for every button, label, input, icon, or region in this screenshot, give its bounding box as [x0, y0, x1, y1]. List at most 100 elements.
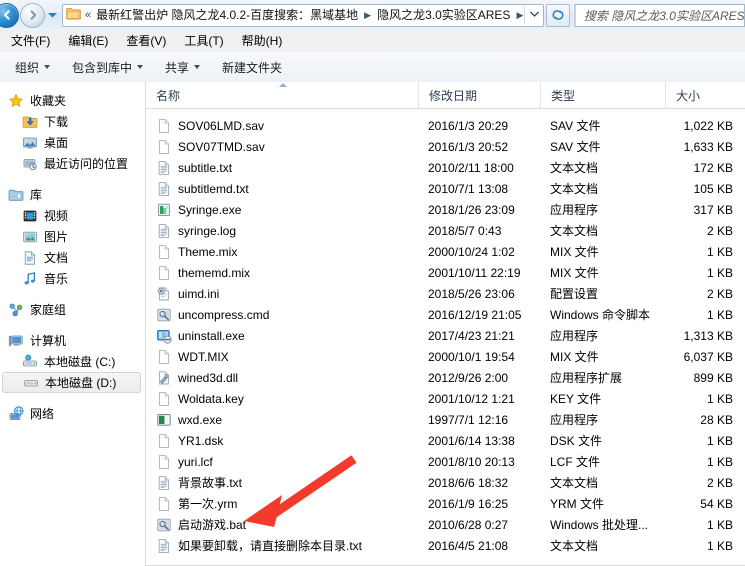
file-size-cell: 1,633 KB	[683, 139, 733, 154]
file-type-cell: KEY 文件	[550, 392, 602, 406]
share-with-button[interactable]: 共享	[154, 54, 211, 81]
table-row[interactable]: Theme.mix 2000/10/24 1:02 MIX 文件 1 KB	[146, 241, 745, 262]
table-row[interactable]: 第一次.yrm 2016/1/9 16:25 YRM 文件 54 KB	[146, 493, 745, 514]
menu-item-view[interactable]: 查看(V)	[117, 31, 175, 51]
file-date-cell: 2018/5/26 23:06	[428, 286, 515, 301]
forward-button[interactable]	[20, 2, 45, 28]
search-input[interactable]: 搜索 隐风之龙3.0实验区ARES	[573, 3, 745, 27]
file-name-cell[interactable]: 背景故事.txt	[146, 474, 418, 491]
file-name-cell[interactable]: uimd.ini	[146, 286, 418, 302]
table-row[interactable]: uimd.ini 2018/5/26 23:06 配置设置 2 KB	[146, 283, 745, 304]
sidebar-item-favorites[interactable]: 收藏夹	[0, 90, 145, 111]
breadcrumb[interactable]: « 最新红警出炉 隐风之龙4.0.2-百度搜索：黑域基地 ▶ 隐风之龙3.0实验…	[62, 3, 544, 27]
file-name-cell[interactable]: SOV06LMD.sav	[146, 118, 418, 134]
menu-item-file[interactable]: 文件(F)	[2, 31, 59, 51]
file-type-cell: 文本文档	[550, 182, 599, 196]
menu-item-tools[interactable]: 工具(T)	[175, 31, 232, 51]
table-row[interactable]: syringe.log 2018/5/7 0:43 文本文档 2 KB	[146, 220, 745, 241]
column-header-name[interactable]: 名称	[146, 82, 418, 108]
sidebar-item-videos[interactable]: 视频	[0, 205, 145, 226]
file-name-cell[interactable]: yuri.lcf	[146, 454, 418, 470]
file-type-cell: MIX 文件	[550, 266, 599, 280]
include-in-library-button[interactable]: 包含到库中	[61, 54, 154, 81]
file-name-cell[interactable]: subtitle.txt	[146, 160, 418, 176]
table-row[interactable]: subtitlemd.txt 2010/7/1 13:08 文本文档 105 KB	[146, 178, 745, 199]
file-type-cell: 应用程序	[550, 329, 599, 343]
breadcrumb-overflow[interactable]: «	[84, 9, 94, 21]
file-name-cell[interactable]: SOV07TMD.sav	[146, 139, 418, 155]
file-name-cell[interactable]: YR1.dsk	[146, 433, 418, 449]
sidebar-item-desktop[interactable]: 桌面	[0, 132, 145, 153]
navigation-pane[interactable]: 收藏夹 下载 桌面 最近访问的位置 库 视频 图片 文档 音乐 家庭组 计算机 …	[0, 82, 146, 566]
file-size-cell: 1,022 KB	[683, 118, 733, 133]
file-name-cell[interactable]: wxd.exe	[146, 412, 418, 428]
column-header-size[interactable]: 大小	[665, 82, 745, 108]
table-row[interactable]: uninstall.exe 2017/4/23 21:21 应用程序 1,313 KB	[146, 325, 745, 346]
file-date-cell: 2016/1/3 20:29	[428, 118, 509, 133]
file-name-cell[interactable]: 启动游戏.bat	[146, 516, 418, 533]
table-row[interactable]: uncompress.cmd 2016/12/19 21:05 Windows 命令…	[146, 304, 745, 325]
sidebar-item-local-disk-d[interactable]: 本地磁盘 (D:)	[2, 372, 141, 393]
file-name-cell[interactable]: Syringe.exe	[146, 202, 418, 218]
file-date-cell: 2016/4/5 21:08	[428, 538, 509, 553]
sidebar-item-local-disk-c[interactable]: 本地磁盘 (C:)	[0, 351, 145, 372]
table-row[interactable]: YR1.dsk 2001/6/14 13:38 DSK 文件 1 KB	[146, 430, 745, 451]
file-name-cell[interactable]: 第一次.yrm	[146, 495, 418, 512]
sidebar-label: 音乐	[44, 272, 69, 286]
table-row[interactable]: 背景故事.txt 2018/6/6 18:32 文本文档 2 KB	[146, 472, 745, 493]
sidebar-item-computer[interactable]: 计算机	[0, 330, 145, 351]
sidebar-item-network[interactable]: 网络	[0, 403, 145, 424]
file-name-cell[interactable]: thememd.mix	[146, 265, 418, 281]
nav-group-homegroup: 家庭组	[0, 299, 145, 320]
search-placeholder: 搜索 隐风之龙3.0实验区ARES	[583, 8, 745, 23]
menu-item-help[interactable]: 帮助(H)	[233, 31, 292, 51]
file-name-cell[interactable]: Theme.mix	[146, 244, 418, 260]
table-row[interactable]: 如果要卸载，请直接删除本目录.txt 2016/4/5 21:08 文本文档 1 KB	[146, 535, 745, 556]
table-row[interactable]: WDT.MIX 2000/10/1 19:54 MIX 文件 6,037 KB	[146, 346, 745, 367]
homegroup-icon	[8, 302, 24, 318]
sidebar-item-recent-places[interactable]: 最近访问的位置	[0, 153, 145, 174]
column-header-date-modified[interactable]: 修改日期	[418, 82, 540, 108]
new-folder-button[interactable]: 新建文件夹	[211, 54, 293, 81]
file-name-cell[interactable]: wined3d.dll	[146, 370, 418, 386]
file-date-cell: 1997/7/1 12:16	[428, 412, 509, 427]
sidebar-label: 下载	[44, 115, 69, 129]
refresh-button[interactable]	[546, 3, 570, 27]
menu-item-edit[interactable]: 编辑(E)	[59, 31, 117, 51]
table-row[interactable]: Syringe.exe 2018/1/26 23:09 应用程序 317 KB	[146, 199, 745, 220]
file-name-cell[interactable]: Woldata.key	[146, 391, 418, 407]
breadcrumb-separator-icon[interactable]: ▶	[360, 10, 375, 21]
file-list-pane[interactable]: 名称 修改日期 类型 大小 SOV06LMD.sav 2016/1/3 20:29…	[146, 82, 745, 566]
table-row[interactable]: wxd.exe 1997/7/1 12:16 应用程序 28 KB	[146, 409, 745, 430]
chevron-down-icon[interactable]	[524, 4, 543, 24]
explorer-window: « 最新红警出炉 隐风之龙4.0.2-百度搜索：黑域基地 ▶ 隐风之龙3.0实验…	[0, 0, 745, 566]
sidebar-item-documents[interactable]: 文档	[0, 247, 145, 268]
sidebar-item-pictures[interactable]: 图片	[0, 226, 145, 247]
sidebar-item-music[interactable]: 音乐	[0, 268, 145, 289]
table-row[interactable]: SOV07TMD.sav 2016/1/3 20:52 SAV 文件 1,633 KB	[146, 136, 745, 157]
history-dropdown-button[interactable]	[46, 4, 59, 26]
file-name-cell[interactable]: uncompress.cmd	[146, 307, 418, 323]
table-row[interactable]: thememd.mix 2001/10/11 22:19 MIX 文件 1 KB	[146, 262, 745, 283]
table-row[interactable]: subtitle.txt 2010/2/11 18:00 文本文档 172 KB	[146, 157, 745, 178]
sidebar-item-libraries[interactable]: 库	[0, 184, 145, 205]
file-name-cell[interactable]: syringe.log	[146, 223, 418, 239]
table-row[interactable]: SOV06LMD.sav 2016/1/3 20:29 SAV 文件 1,022 KB	[146, 115, 745, 136]
file-name-cell[interactable]: subtitlemd.txt	[146, 181, 418, 197]
file-size-cell: 1 KB	[706, 265, 733, 280]
organize-button[interactable]: 组织	[4, 54, 61, 81]
sidebar-label: 桌面	[44, 136, 69, 150]
file-name-cell[interactable]: 如果要卸载，请直接删除本目录.txt	[146, 537, 418, 554]
breadcrumb-item-1[interactable]: 隐风之龙3.0实验区ARES	[375, 6, 512, 24]
table-row[interactable]: wined3d.dll 2012/9/26 2:00 应用程序扩展 899 KB	[146, 367, 745, 388]
column-header-type[interactable]: 类型	[540, 82, 665, 108]
table-row[interactable]: yuri.lcf 2001/8/10 20:13 LCF 文件 1 KB	[146, 451, 745, 472]
table-row[interactable]: 启动游戏.bat 2010/6/28 0:27 Windows 批处理... 1 KB	[146, 514, 745, 535]
file-name-cell[interactable]: WDT.MIX	[146, 349, 418, 365]
back-button[interactable]	[0, 2, 19, 28]
file-name-cell[interactable]: uninstall.exe	[146, 328, 418, 344]
sidebar-item-downloads[interactable]: 下载	[0, 111, 145, 132]
sidebar-item-homegroup[interactable]: 家庭组	[0, 299, 145, 320]
breadcrumb-item-0[interactable]: 最新红警出炉 隐风之龙4.0.2-百度搜索：黑域基地	[94, 6, 360, 24]
table-row[interactable]: Woldata.key 2001/10/12 1:21 KEY 文件 1 KB	[146, 388, 745, 409]
